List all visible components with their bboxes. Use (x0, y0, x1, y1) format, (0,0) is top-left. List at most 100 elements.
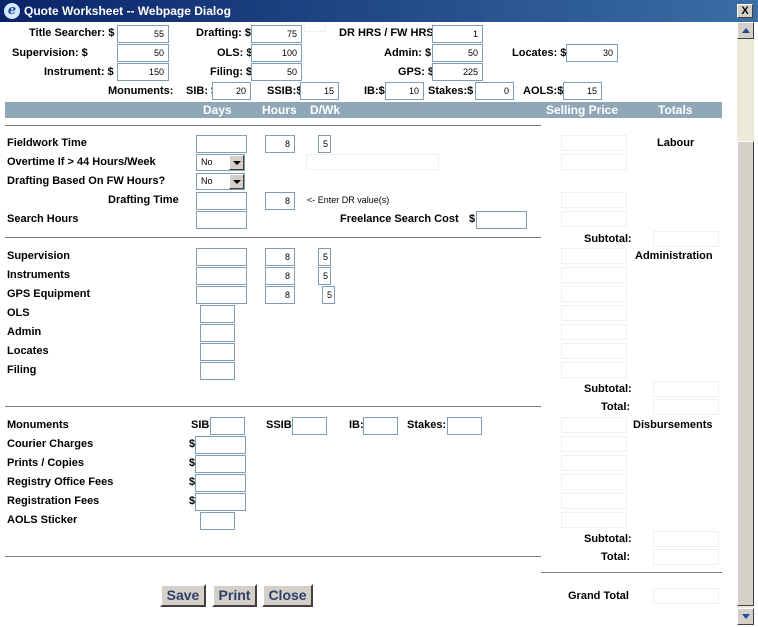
filing-input[interactable] (200, 362, 235, 380)
supervision-dwk-input[interactable]: 5 (318, 248, 331, 266)
divider (541, 572, 722, 573)
fieldwork-price-field (561, 135, 627, 151)
drafting-hours-input[interactable]: 8 (265, 192, 295, 210)
admin-rate-input[interactable]: 50 (432, 44, 483, 62)
instrument-rate-input[interactable]: 150 (117, 63, 169, 81)
courier-input[interactable] (195, 436, 246, 454)
registration-label: Registration Fees (7, 495, 100, 507)
gps-days-input[interactable] (196, 286, 247, 304)
vertical-scrollbar[interactable] (737, 22, 754, 625)
supervision-rate-input[interactable]: 50 (117, 44, 169, 62)
print-button[interactable]: Print (212, 584, 257, 607)
overtime-price-field (561, 154, 627, 170)
hours-header: Hours (262, 103, 297, 117)
scroll-down-icon[interactable] (737, 608, 754, 625)
search-hours-input[interactable] (196, 211, 247, 229)
prints-price-field (561, 455, 627, 471)
labour-subtotal-field (653, 231, 719, 247)
instruments-days-input[interactable] (196, 267, 247, 285)
scroll-thumb[interactable] (737, 141, 754, 606)
sib-rate-input[interactable]: 20 (212, 82, 251, 100)
filing-rate-input[interactable]: 50 (251, 63, 302, 81)
stakes-qty-label: Stakes: (407, 419, 447, 431)
close-button[interactable]: Close (262, 584, 313, 607)
grand-total-label: Grand Total (568, 590, 629, 602)
form-content: Title Searcher: $ 55 Drafting: $ 75 DR H… (0, 22, 737, 627)
drafting-days-input[interactable] (196, 192, 247, 210)
chevron-down-icon[interactable] (229, 174, 244, 189)
registry-input[interactable] (195, 474, 246, 492)
freelance-search-input[interactable] (476, 211, 527, 229)
ols-input[interactable] (200, 305, 235, 323)
days-header: Days (203, 103, 232, 117)
labour-section-label: Labour (657, 137, 695, 149)
aols-sticker-label: AOLS Sticker (7, 514, 78, 526)
supervision-hours-input[interactable]: 8 (265, 248, 295, 266)
freelance-search-label: Freelance Search Cost (340, 213, 459, 225)
grand-total-field (653, 588, 719, 604)
ols-rate-label: OLS: $ (217, 47, 253, 59)
fieldwork-dwk-input[interactable]: 5 (318, 135, 331, 153)
drafting-hint: <- Enter DR value(s) (307, 195, 390, 205)
gps-dwk-input[interactable]: 5 (322, 286, 335, 304)
sib-qty-input[interactable] (210, 417, 245, 435)
title-searcher-rate-input[interactable]: 55 (117, 25, 169, 43)
ols-price-field (561, 305, 627, 321)
prints-input[interactable] (195, 455, 246, 473)
aols-rate-input[interactable]: 15 (563, 82, 602, 100)
locates-price-field (561, 343, 627, 359)
dwk-header: D/Wk (310, 103, 340, 117)
chevron-down-icon[interactable] (229, 155, 244, 170)
locates-rate-label: Locates: $ (512, 47, 567, 59)
stakes-rate-label: Stakes:$ (428, 85, 474, 97)
filing-rate-label: Filing: $ (210, 66, 253, 78)
divider (5, 556, 541, 557)
selling-price-header: Selling Price (546, 103, 619, 117)
gps-equipment-label: GPS Equipment (7, 288, 91, 300)
overtime-select[interactable]: No (196, 154, 245, 171)
gps-hours-input[interactable]: 8 (265, 286, 295, 304)
gps-rate-input[interactable]: 225 (432, 63, 483, 81)
save-button[interactable]: Save (160, 584, 206, 607)
instruments-hours-input[interactable]: 8 (265, 267, 295, 285)
ib-qty-input[interactable] (363, 417, 398, 435)
overtime-label: Overtime If > 44 Hours/Week (7, 156, 156, 168)
search-price-field (561, 211, 627, 227)
fieldwork-hours-input[interactable]: 8 (265, 135, 295, 153)
admin-price-field (561, 324, 627, 340)
dr-fw-hrs-input[interactable]: 1 (432, 25, 483, 43)
ib-rate-input[interactable]: 10 (385, 82, 424, 100)
aols-sticker-input[interactable] (200, 512, 235, 530)
ssib-qty-input[interactable] (292, 417, 327, 435)
prints-label: Prints / Copies (7, 457, 85, 469)
supervision-price-field (561, 248, 627, 264)
instrument-rate-label: Instrument: $ (44, 66, 114, 78)
ssib-rate-input[interactable]: 15 (300, 82, 339, 100)
locates-input[interactable] (200, 343, 235, 361)
drafting-price-field (561, 192, 627, 208)
supervision-days-input[interactable] (196, 248, 247, 266)
instruments-dwk-input[interactable]: 5 (318, 267, 331, 285)
drafting-based-value: No (201, 176, 213, 186)
drafting-based-select[interactable]: No (196, 173, 245, 190)
close-window-button[interactable]: X (737, 4, 753, 18)
gps-price-field (561, 286, 627, 302)
drafting-time-label: Drafting Time (108, 194, 179, 206)
ssib-qty-label: SSIB: (266, 419, 296, 431)
disb-subtotal-field (653, 531, 719, 547)
ols-rate-input[interactable]: 100 (251, 44, 302, 62)
monuments-rates-label: Monuments: (108, 85, 174, 97)
cutoff-input[interactable] (304, 22, 326, 32)
admin-rate-label: Admin: $ (384, 47, 432, 59)
registration-input[interactable] (195, 493, 246, 511)
admin-input[interactable] (200, 324, 235, 342)
stakes-qty-input[interactable] (447, 417, 482, 435)
locates-rate-input[interactable]: 30 (566, 44, 618, 62)
fieldwork-time-label: Fieldwork Time (7, 137, 87, 149)
scroll-up-icon[interactable] (737, 22, 754, 39)
labour-subtotal-label: Subtotal: (584, 233, 632, 245)
drafting-rate-input[interactable]: 75 (251, 25, 302, 43)
fieldwork-days-input[interactable] (196, 135, 247, 153)
stakes-rate-input[interactable]: 0 (475, 82, 514, 100)
ie-icon: e (4, 3, 20, 19)
